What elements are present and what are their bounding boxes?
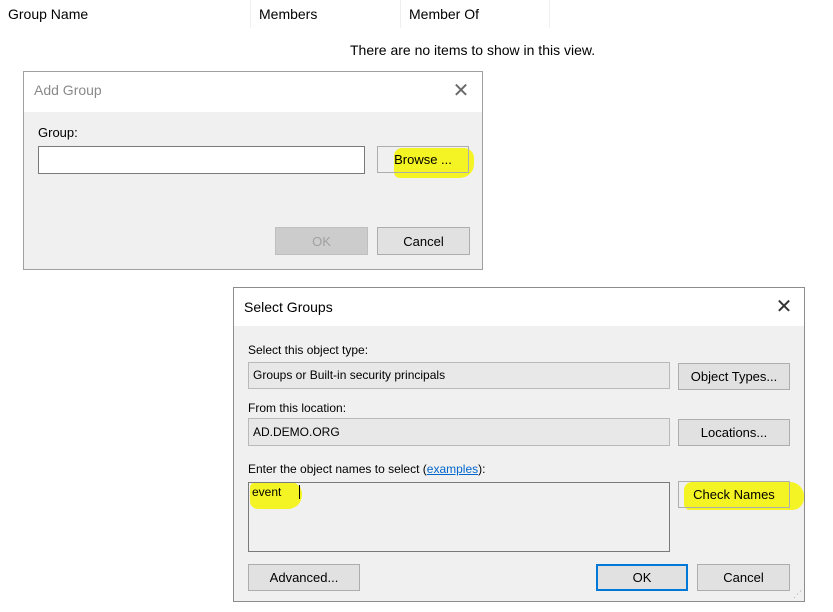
advanced-button[interactable]: Advanced... [248,564,360,591]
object-type-field: Groups or Built-in security principals [248,362,670,389]
resize-grip-icon[interactable]: ⋰ [793,590,802,599]
column-header-member-of-label: Member Of [409,6,480,22]
object-types-button[interactable]: Object Types... [678,363,790,390]
column-header-member-of[interactable]: Member Of [400,0,550,28]
add-group-title: Add Group [34,82,102,98]
cancel-button[interactable]: Cancel [697,564,790,591]
close-icon[interactable]: ✕ [451,81,471,101]
select-groups-titlebar: Select Groups ✕ [234,288,804,326]
column-header-group-name-label: Group Name [8,6,89,22]
group-label: Group: [38,125,78,140]
cancel-button[interactable]: Cancel [377,227,470,255]
select-groups-title: Select Groups [244,299,333,315]
check-names-button[interactable]: Check Names [678,481,790,508]
close-icon[interactable]: ✕ [774,297,794,317]
object-names-label-prefix: Enter the object names to select ( [248,462,427,476]
text-cursor [299,485,300,499]
object-names-value: event [252,485,282,499]
object-type-label: Select this object type: [248,343,369,357]
add-group-titlebar: Add Group ✕ [24,72,482,112]
group-input[interactable] [38,146,365,174]
object-names-input[interactable]: event [248,482,670,552]
select-groups-dialog: Select Groups ✕ Select this object type:… [233,287,805,602]
sort-caret-icon: ⌃ [118,0,125,6]
add-group-dialog: Add Group ✕ Group: Browse ... OK Cancel [23,71,483,270]
ok-button[interactable]: OK [596,564,688,591]
locations-button[interactable]: Locations... [678,419,790,446]
location-field: AD.DEMO.ORG [248,418,670,446]
examples-link[interactable]: examples [427,462,478,476]
object-names-label-suffix: ): [478,462,486,476]
location-label: From this location: [248,401,347,415]
object-names-label: Enter the object names to select (exampl… [248,462,485,476]
column-header-members-label: Members [259,6,318,22]
column-header-members[interactable]: Members [250,0,400,28]
list-header: Group Name ⌃ Members Member Of [0,0,560,28]
empty-list-message: There are no items to show in this view. [350,42,596,58]
column-header-group-name[interactable]: Group Name [0,0,250,28]
ok-button[interactable]: OK [275,227,368,255]
browse-button[interactable]: Browse ... [377,146,469,173]
